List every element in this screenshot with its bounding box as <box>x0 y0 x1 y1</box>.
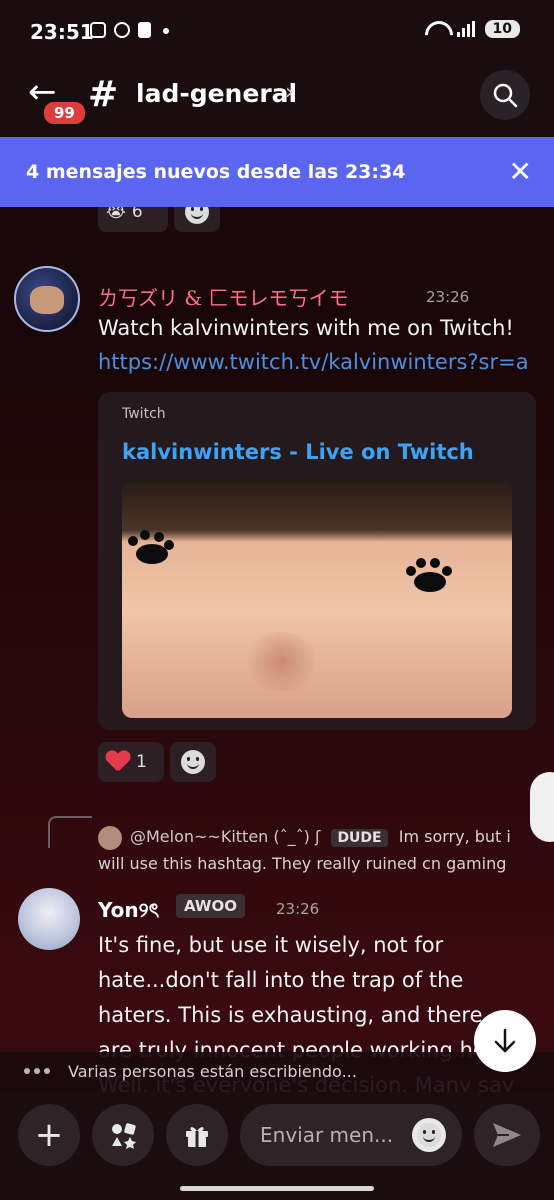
reply-role-tag: DUDE <box>331 829 388 847</box>
close-icon[interactable]: ✕ <box>509 155 532 188</box>
send-button[interactable] <box>474 1104 540 1166</box>
emoji-picker-button[interactable] <box>412 1118 446 1152</box>
apps-button[interactable] <box>92 1104 154 1166</box>
paw-print-icon <box>128 530 174 564</box>
wifi-icon <box>425 21 447 37</box>
typing-indicator: Varias personas están escribiendo... <box>0 1052 554 1092</box>
thumbnail-hair <box>122 482 512 542</box>
smile-icon <box>417 1123 441 1147</box>
link-embed[interactable]: Twitch kalvinwinters - Live on Twitch <box>98 392 536 730</box>
embed-title[interactable]: kalvinwinters - Live on Twitch <box>122 440 474 464</box>
message-timestamp: 23:26 <box>276 900 320 918</box>
reply-connector <box>48 816 92 848</box>
typing-text: Varias personas están escribiendo... <box>68 1062 357 1081</box>
paw-print-icon <box>406 558 452 592</box>
battery-indicator: 10 <box>484 20 520 38</box>
avatar[interactable] <box>14 266 80 332</box>
status-time: 23:51 <box>30 20 94 44</box>
embed-provider: Twitch <box>122 406 166 422</box>
message-timestamp: 23:26 <box>426 288 470 306</box>
channel-header: ← 99 # lad-general › <box>0 64 554 136</box>
reply-preview[interactable]: @Melon~~Kitten (ˆ_ˆ) ʃ DUDE Im sorry, bu… <box>130 827 511 847</box>
message-username[interactable]: ㄌ丂ズリ & 匚モレモ丂イモ <box>98 282 349 311</box>
thumbnail-nose <box>242 632 322 692</box>
plus-button[interactable]: + <box>18 1104 80 1166</box>
side-drawer-handle[interactable] <box>530 772 554 842</box>
home-indicator <box>180 1186 374 1191</box>
send-icon <box>493 1123 521 1147</box>
gift-button[interactable] <box>166 1104 228 1166</box>
reaction-count: 1 <box>136 752 147 772</box>
avatar-figure <box>30 286 64 314</box>
arrow-down-icon <box>494 1028 516 1053</box>
embed-thumbnail[interactable] <box>122 482 512 718</box>
add-reaction-button[interactable] <box>170 742 216 782</box>
channel-name[interactable]: lad-general <box>136 79 297 108</box>
unread-badge: 99 <box>42 100 87 126</box>
smile-icon <box>181 750 205 774</box>
apps-icon <box>112 1123 136 1149</box>
screenshot-icon <box>90 22 106 38</box>
signal-icon <box>456 21 475 37</box>
reply-avatar <box>98 826 122 850</box>
scroll-to-bottom-button[interactable] <box>474 1010 536 1072</box>
avatar[interactable] <box>18 888 80 950</box>
reply-username: @Melon~~Kitten (ˆ_ˆ) ʃ <box>130 827 321 846</box>
reply-text-cont: will use this hashtag. They really ruine… <box>98 854 507 873</box>
hash-icon: # <box>88 74 119 115</box>
status-system-icons: 10 <box>425 20 520 38</box>
status-bar: 23:51 10 <box>0 0 554 64</box>
new-messages-banner-overlay: 4 mensajes nuevos desde las 23:34 ✕ <box>0 137 554 207</box>
search-icon <box>493 83 518 108</box>
new-messages-text: 4 mensajes nuevos desde las 23:34 <box>26 161 406 183</box>
typing-dots-icon <box>24 1068 50 1074</box>
reaction-heart[interactable]: 1 <box>98 742 164 782</box>
gift-icon <box>186 1127 208 1147</box>
message-composer: + <box>0 1092 554 1200</box>
heart-icon <box>106 751 130 773</box>
reply-text: Im sorry, but i <box>398 827 511 846</box>
chevron-right-icon[interactable]: › <box>285 80 294 105</box>
role-tag: AWOO <box>176 894 245 918</box>
alert-icon <box>138 22 151 38</box>
message-link[interactable]: https://www.twitch.tv/kalvinwinters?sr=a <box>98 350 538 374</box>
status-notification-icons <box>90 22 169 38</box>
plus-icon: + <box>34 1115 64 1155</box>
message-text: Watch kalvinwinters with me on Twitch! <box>98 316 514 340</box>
more-dot-icon <box>163 28 169 34</box>
search-button[interactable] <box>480 70 530 120</box>
pinterest-icon <box>114 22 130 38</box>
message-username[interactable]: Yon୨ৎ <box>98 896 159 929</box>
